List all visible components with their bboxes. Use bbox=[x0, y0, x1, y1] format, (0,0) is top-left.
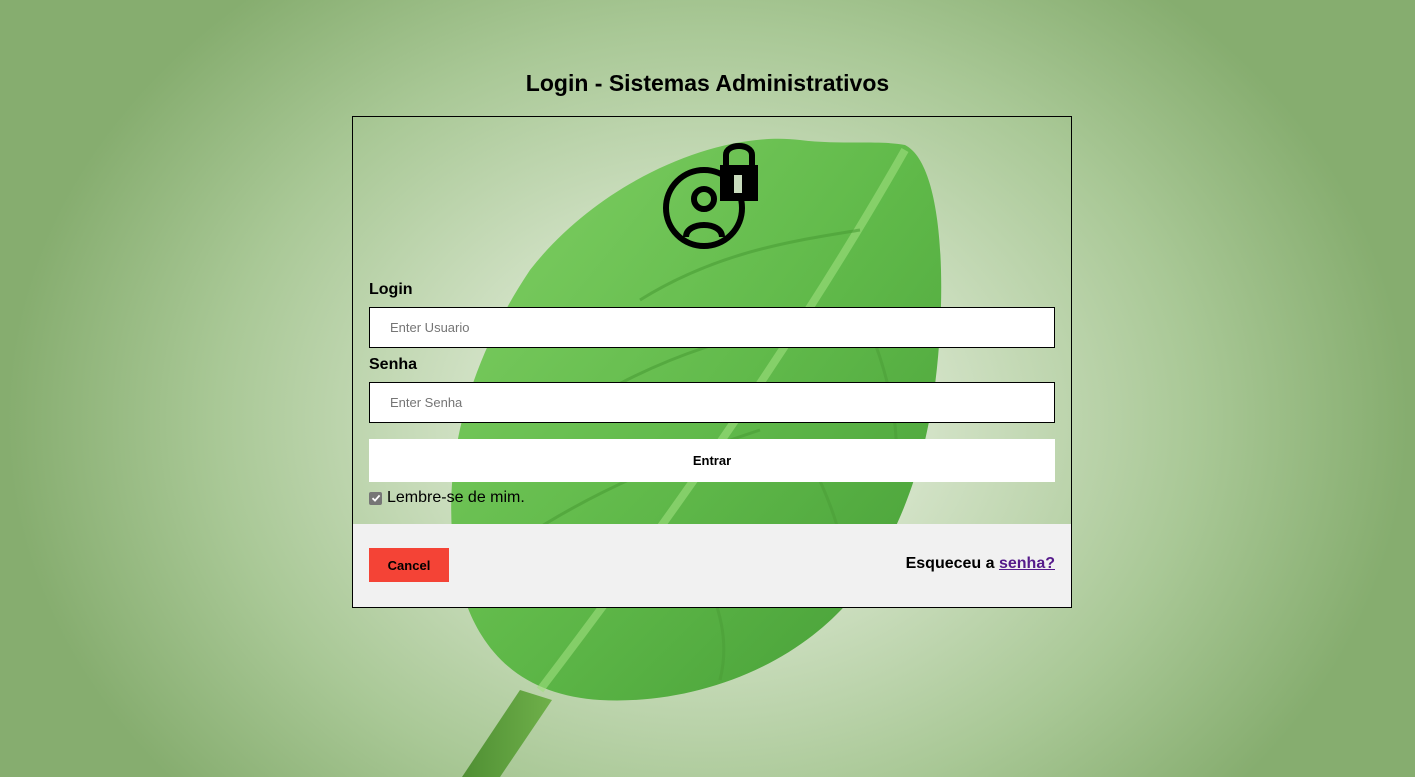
user-lock-icon bbox=[663, 143, 758, 249]
password-label: Senha bbox=[369, 356, 418, 373]
login-form: Login Senha Entrar Lembre-se de mim. Can… bbox=[352, 116, 1072, 608]
forgot-password: Esqueceu a senha? bbox=[906, 555, 1055, 573]
password-input[interactable] bbox=[369, 382, 1055, 423]
remember-label: Lembre-se de mim. bbox=[387, 489, 525, 506]
login-label: Login bbox=[369, 281, 413, 298]
username-input[interactable] bbox=[369, 307, 1055, 348]
remember-checkbox[interactable] bbox=[369, 491, 382, 505]
cancel-button[interactable]: Cancel bbox=[369, 548, 449, 582]
check-icon bbox=[371, 494, 380, 502]
login-button[interactable]: Entrar bbox=[369, 439, 1055, 482]
form-footer: Cancel Esqueceu a senha? bbox=[353, 524, 1071, 607]
remember-me[interactable]: Lembre-se de mim. bbox=[369, 489, 525, 507]
page-title: Login - Sistemas Administrativos bbox=[525, 70, 890, 96]
forgot-password-link[interactable]: senha? bbox=[999, 555, 1055, 572]
forgot-prefix: Esqueceu a bbox=[905, 555, 999, 572]
